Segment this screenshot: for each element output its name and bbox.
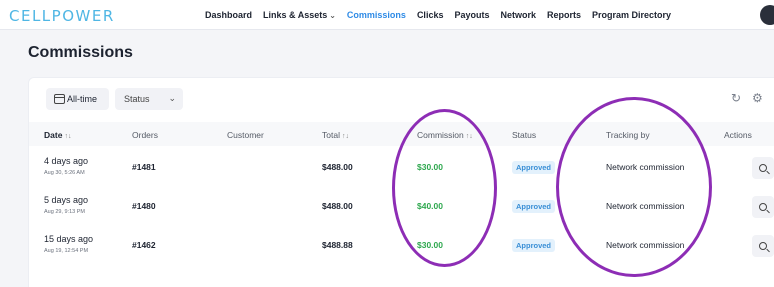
nav-program-directory[interactable]: Program Directory bbox=[592, 10, 671, 20]
view-details-button[interactable] bbox=[752, 196, 774, 218]
row-date: 4 days ago bbox=[44, 156, 89, 166]
zoom-in-icon bbox=[759, 242, 767, 250]
row-order-number[interactable]: #1481 bbox=[132, 162, 156, 172]
nav-reports[interactable]: Reports bbox=[547, 10, 581, 20]
sort-icon: ↑↓ bbox=[341, 133, 349, 140]
column-date-label: Date bbox=[44, 130, 63, 140]
nav-payouts[interactable]: Payouts bbox=[454, 10, 489, 20]
annotation-circle-tracking bbox=[556, 97, 712, 277]
view-details-button[interactable] bbox=[752, 235, 774, 257]
column-orders: Orders bbox=[132, 130, 158, 140]
main-nav: Dashboard Links & Assets ⌄ Commissions Cl… bbox=[205, 0, 682, 30]
chevron-down-icon: ⌄ bbox=[329, 11, 336, 20]
nav-commissions[interactable]: Commissions bbox=[347, 10, 406, 20]
status-badge: Approved bbox=[512, 200, 556, 213]
nav-links-assets-label: Links & Assets bbox=[263, 10, 328, 20]
zoom-in-icon bbox=[759, 203, 767, 211]
nav-network[interactable]: Network bbox=[500, 10, 536, 20]
row-total: $488.88 bbox=[322, 240, 353, 250]
calendar-icon bbox=[54, 94, 65, 104]
date-range-label: All-time bbox=[67, 94, 98, 104]
row-date: 15 days ago bbox=[44, 234, 94, 244]
status-select[interactable]: Status ⌄ bbox=[115, 88, 183, 110]
column-customer: Customer bbox=[227, 130, 264, 140]
chevron-down-icon: ⌄ bbox=[168, 93, 176, 103]
annotation-circle-commission bbox=[392, 109, 497, 267]
status-badge: Approved bbox=[512, 161, 556, 174]
view-details-button[interactable] bbox=[752, 157, 774, 179]
status-badge: Approved bbox=[512, 239, 556, 252]
date-range-button[interactable]: All-time bbox=[46, 88, 109, 110]
sort-icon: ↑↓ bbox=[64, 133, 72, 140]
nav-dashboard[interactable]: Dashboard bbox=[205, 10, 252, 20]
page-title: Commissions bbox=[28, 44, 133, 61]
user-avatar[interactable] bbox=[760, 5, 774, 25]
nav-links-assets[interactable]: Links & Assets ⌄ bbox=[263, 10, 336, 20]
column-total[interactable]: Total ↑↓ bbox=[322, 130, 349, 140]
row-order-number[interactable]: #1462 bbox=[132, 240, 156, 250]
column-date[interactable]: Date ↑↓ bbox=[44, 130, 71, 140]
zoom-in-icon bbox=[759, 164, 767, 172]
column-status: Status bbox=[512, 130, 537, 140]
row-total: $488.00 bbox=[322, 201, 353, 211]
row-date-detail: Aug 19, 12:54 PM bbox=[44, 248, 89, 254]
refresh-icon[interactable]: ↻ bbox=[731, 91, 741, 105]
settings-icon[interactable]: ⚙ bbox=[752, 91, 763, 105]
row-order-number[interactable]: #1480 bbox=[132, 201, 156, 211]
row-date-detail: Aug 30, 5:26 AM bbox=[44, 170, 85, 176]
top-navigation-bar: CELLPOWER Dashboard Links & Assets ⌄ Comm… bbox=[0, 0, 774, 30]
row-total: $488.00 bbox=[322, 162, 353, 172]
nav-clicks[interactable]: Clicks bbox=[417, 10, 444, 20]
row-date-detail: Aug 29, 9:13 PM bbox=[44, 209, 85, 215]
column-actions: Actions bbox=[724, 130, 752, 140]
row-date: 5 days ago bbox=[44, 195, 89, 205]
status-select-value: Status bbox=[124, 94, 150, 104]
column-total-label: Total bbox=[322, 130, 340, 140]
brand-logo[interactable]: CELLPOWER bbox=[9, 7, 115, 25]
